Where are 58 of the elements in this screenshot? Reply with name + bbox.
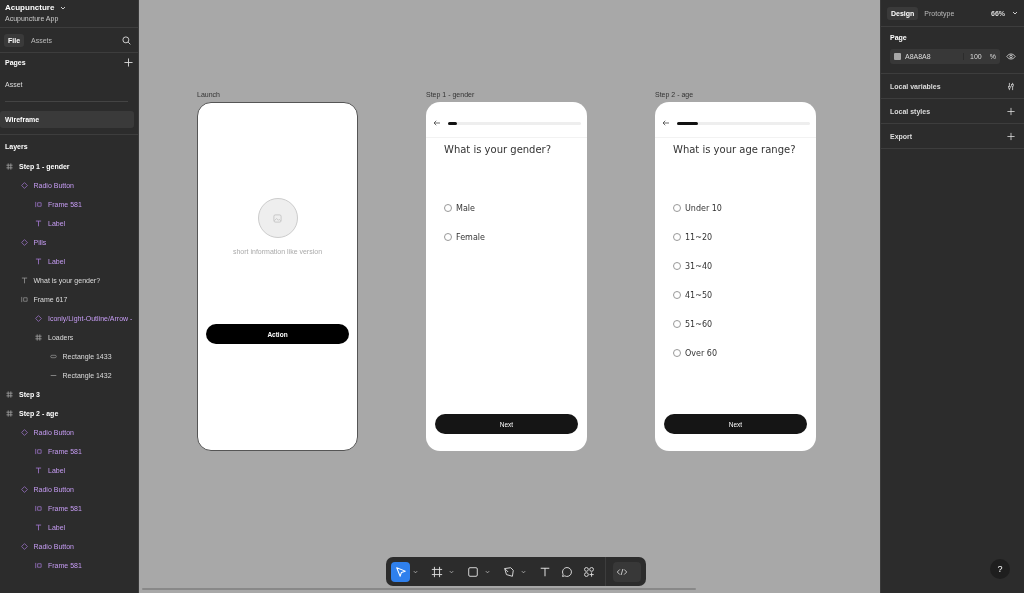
diamond-icon bbox=[20, 486, 28, 493]
option-label: Female bbox=[456, 232, 485, 242]
option-label: 31~40 bbox=[685, 261, 713, 271]
caret-icon[interactable] bbox=[1012, 11, 1018, 15]
diamond-icon bbox=[20, 429, 28, 436]
diamond-icon bbox=[20, 543, 28, 550]
option-label: 41~50 bbox=[685, 290, 713, 300]
eye-icon[interactable] bbox=[1006, 53, 1016, 60]
caret-icon[interactable] bbox=[521, 569, 526, 574]
option-label: Under 10 bbox=[685, 203, 722, 213]
caret-icon[interactable] bbox=[413, 569, 418, 574]
auto-layout-icon bbox=[20, 296, 28, 303]
caret-icon[interactable] bbox=[449, 569, 454, 574]
color-swatch[interactable] bbox=[894, 53, 901, 60]
image-icon bbox=[273, 213, 282, 223]
auto-layout-icon bbox=[35, 448, 42, 455]
text-icon bbox=[35, 258, 42, 265]
option-label: Over 60 bbox=[685, 348, 717, 358]
help-button[interactable]: ? bbox=[990, 559, 1010, 579]
auto-layout-icon bbox=[35, 562, 42, 569]
rounded-rectangle-icon bbox=[49, 353, 57, 360]
option-label: 11~20 bbox=[685, 232, 713, 242]
option-label: 51~60 bbox=[685, 319, 713, 329]
frame-icon bbox=[35, 334, 42, 341]
text-icon bbox=[538, 565, 551, 578]
search-icon[interactable] bbox=[122, 36, 131, 45]
caret-icon[interactable] bbox=[60, 5, 67, 10]
text-icon bbox=[20, 277, 28, 284]
shapes-icon bbox=[582, 565, 595, 578]
tool-button[interactable] bbox=[391, 561, 410, 582]
add-icon[interactable] bbox=[1007, 131, 1015, 141]
file-name[interactable]: Acupuncture bbox=[5, 3, 55, 12]
frame-icon bbox=[6, 163, 13, 170]
back-arrow-icon[interactable] bbox=[662, 120, 670, 126]
question-text: What is your age range? bbox=[672, 143, 797, 155]
diamond-icon bbox=[35, 315, 42, 322]
rectangle-icon bbox=[466, 565, 479, 578]
cursor-icon bbox=[394, 565, 407, 578]
pen-icon bbox=[502, 565, 515, 578]
auto-layout-icon bbox=[35, 201, 42, 208]
frame-icon bbox=[6, 410, 13, 417]
text-icon bbox=[35, 467, 42, 474]
auto-layout-icon bbox=[35, 505, 42, 512]
text-icon bbox=[35, 220, 42, 227]
sliders-icon[interactable] bbox=[1007, 81, 1015, 91]
diamond-icon bbox=[20, 239, 28, 246]
back-arrow-icon[interactable] bbox=[433, 120, 441, 126]
question-text: What is your gender? bbox=[443, 143, 553, 155]
add-icon[interactable] bbox=[1007, 106, 1015, 116]
comment-icon bbox=[560, 565, 573, 578]
diamond-icon bbox=[20, 182, 28, 189]
caret-icon[interactable] bbox=[485, 569, 490, 574]
frame-icon bbox=[430, 565, 443, 578]
text-icon bbox=[35, 524, 42, 531]
line-icon bbox=[49, 372, 57, 379]
add-icon[interactable] bbox=[124, 58, 133, 67]
frame-icon bbox=[6, 391, 13, 398]
option-label: Male bbox=[456, 203, 475, 213]
